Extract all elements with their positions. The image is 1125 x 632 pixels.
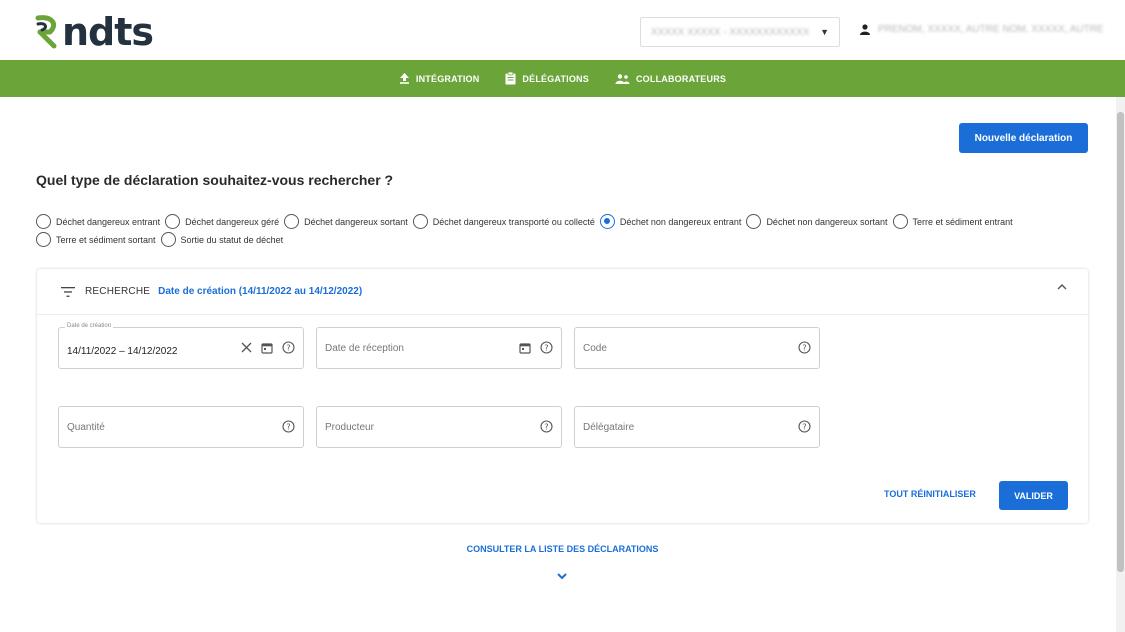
svg-text:?: ? [544,343,548,352]
code-field[interactable]: Code ? [574,327,820,369]
reception-date-placeholder: Date de réception [325,343,404,354]
radio-dechet-dangereux-sortant[interactable]: Déchet dangereux sortant [284,214,408,229]
svg-text:?: ? [802,343,806,352]
quantity-placeholder: Quantité [67,422,105,433]
radio-label: Déchet dangereux entrant [56,216,161,227]
svg-text:?: ? [286,343,290,352]
search-panel: RECHERCHE Date de création (14/11/2022 a… [37,269,1088,523]
nav-label: INTÉGRATION [415,73,480,84]
top-header: ndts XXXXX XXXXX - XXXXXXXXXXXX ▼ PRENOM… [0,0,1125,60]
radio-label: Sortie du statut de déchet [180,234,284,245]
radio-circle[interactable] [36,214,51,229]
declaration-type-radio-group: Déchet dangereux entrant Déchet dangereu… [36,214,1106,247]
help-icon[interactable]: ? [798,341,811,354]
creation-date-label: Date de création [65,323,114,329]
creation-date-field[interactable]: Date de création 14/11/2022 – 14/12/2022… [58,323,304,369]
chevron-up-icon[interactable] [1056,283,1068,291]
quantity-field[interactable]: Quantité ? [58,406,304,448]
radio-circle[interactable] [746,214,762,229]
svg-text:?: ? [802,422,806,431]
radio-sortie-statut-dechet[interactable]: Sortie du statut de déchet [160,232,284,247]
radio-dechet-dangereux-transporte[interactable]: Déchet dangereux transporté ou collecté [412,214,595,229]
delegate-placeholder: Délégataire [583,422,635,433]
main-nav: INTÉGRATION DÉLÉGATIONS COLLABORATEURS [0,60,1125,97]
filter-icon [61,286,75,297]
radio-label: Terre et sédiment sortant [56,234,156,245]
page-question-title: Quel type de déclaration souhaitez-vous … [36,172,394,188]
ndts-logo-mark-icon [35,15,57,49]
producer-field[interactable]: Producteur ? [316,406,562,448]
producer-placeholder: Producteur [325,422,374,433]
validate-button[interactable]: VALIDER [999,481,1068,510]
radio-label: Déchet dangereux géré [185,216,280,227]
nav-item-delegations[interactable]: DÉLÉGATIONS [505,72,589,85]
ndts-logo[interactable]: ndts [32,10,154,54]
calendar-icon[interactable] [261,342,273,354]
delegate-field[interactable]: Délégataire ? [574,406,820,448]
radio-label: Déchet non dangereux sortant [766,216,888,227]
user-menu[interactable]: PRENOM, XXXXX, AUTRE NOM, XXXXX, AUTRE [860,24,1104,35]
new-declaration-button[interactable]: Nouvelle déclaration [959,123,1088,153]
help-icon[interactable]: ? [282,420,295,433]
radio-label: Déchet dangereux transporté ou collecté [432,216,595,227]
company-select[interactable]: XXXXX XXXXX - XXXXXXXXXXXX ▼ [640,17,840,47]
radio-circle[interactable] [160,232,176,247]
nav-item-collaborateurs[interactable]: COLLABORATEURS [615,74,726,84]
radio-dechet-dangereux-gere[interactable]: Déchet dangereux géré [165,214,279,229]
radio-dechet-non-dangereux-sortant[interactable]: Déchet non dangereux sortant [746,214,888,229]
company-select-value: XXXXX XXXXX - XXXXXXXXXXXX [651,26,810,38]
clear-icon[interactable] [241,342,252,353]
help-icon[interactable]: ? [282,341,295,354]
nav-label: DÉLÉGATIONS [522,73,589,84]
caret-down-icon: ▼ [820,27,829,37]
clipboard-icon [505,72,516,85]
radio-circle-selected[interactable] [599,214,615,229]
logo-text: ndts [62,10,154,54]
user-icon [860,24,870,35]
radio-circle[interactable] [892,214,908,229]
radio-circle[interactable] [412,214,428,229]
radio-circle[interactable] [36,232,51,247]
svg-text:?: ? [544,422,548,431]
view-declarations-list-link[interactable]: CONSULTER LA LISTE DES DÉCLARATIONS [0,544,1125,554]
radio-label: Terre et sédiment entrant [912,216,1013,227]
svg-text:?: ? [286,422,290,431]
radio-terre-sediment-sortant[interactable]: Terre et sédiment sortant [36,232,156,247]
radio-dechet-dangereux-entrant[interactable]: Déchet dangereux entrant [36,214,160,229]
help-icon[interactable]: ? [540,420,553,433]
radio-label: Déchet dangereux sortant [304,216,408,227]
reset-all-button[interactable]: TOUT RÉINITIALISER [884,489,976,499]
chevron-down-icon[interactable] [556,572,568,580]
search-title: RECHERCHE [85,286,151,297]
radio-circle[interactable] [165,214,181,229]
nav-item-integration[interactable]: INTÉGRATION [399,73,480,84]
help-icon[interactable]: ? [798,420,811,433]
page-scrollbar-thumb[interactable] [1117,112,1124,572]
nav-label: COLLABORATEURS [635,73,727,84]
search-criteria-summary: Date de création (14/11/2022 au 14/12/20… [158,286,363,297]
radio-circle[interactable] [284,214,300,229]
creation-date-value: 14/11/2022 – 14/12/2022 [67,346,178,357]
radio-terre-sediment-entrant[interactable]: Terre et sédiment entrant [892,214,1013,229]
radio-dechet-non-dangereux-entrant[interactable]: Déchet non dangereux entrant [599,214,742,229]
users-icon [615,73,630,84]
user-name: PRENOM, XXXXX, AUTRE NOM, XXXXX, AUTRE [878,24,1104,35]
upload-icon [399,73,409,84]
radio-label: Déchet non dangereux entrant [619,216,742,227]
reception-date-field[interactable]: Date de réception ? [316,327,562,369]
code-placeholder: Code [583,343,607,354]
calendar-icon[interactable] [519,342,531,354]
search-panel-header[interactable]: RECHERCHE Date de création (14/11/2022 a… [37,269,1088,315]
help-icon[interactable]: ? [540,341,553,354]
